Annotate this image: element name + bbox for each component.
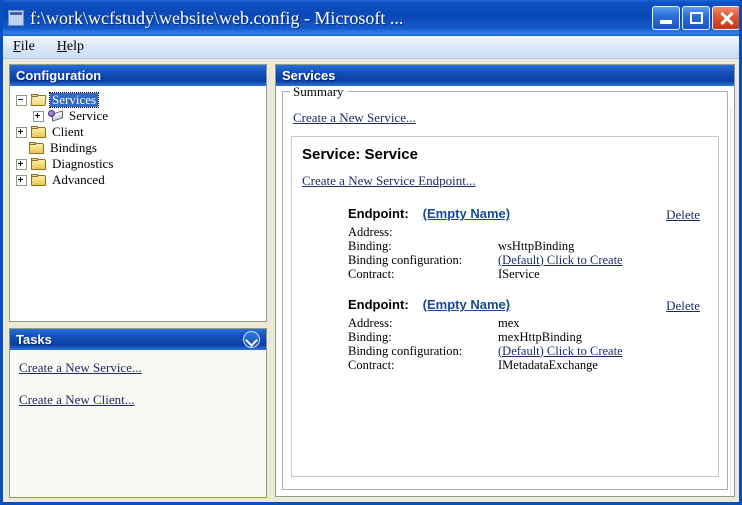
folder-open-icon xyxy=(31,93,47,107)
delete-endpoint-link[interactable]: Delete xyxy=(666,207,700,223)
endpoint-field-key: Binding: xyxy=(348,329,392,344)
endpoint-block: Endpoint: (Empty Name) Delete Address: mex Bi… xyxy=(302,297,708,372)
endpoint-label: Endpoint: xyxy=(348,297,409,312)
tree-item-label: Services xyxy=(48,92,100,108)
menu-bar: File Help xyxy=(3,36,739,59)
tree-item-advanced[interactable]: Advanced xyxy=(16,172,262,188)
endpoint-field-row: Address: xyxy=(348,225,708,239)
endpoint-field-value: IMetadataExchange xyxy=(498,357,598,372)
endpoint-field-row: Contract: IMetadataExchange xyxy=(348,358,708,372)
application-window: f:\work\wcfstudy\website\web.config - Mi… xyxy=(0,0,742,505)
binding-configuration-link[interactable]: (Default) Click to Create xyxy=(498,253,623,268)
task-link-2[interactable]: Create a New Client... xyxy=(19,392,135,408)
tasks-list: Create a New Service... Create a New Clie… xyxy=(10,350,266,497)
endpoint-field-key: Binding configuration: xyxy=(348,252,463,267)
services-panel-header: Services xyxy=(276,65,734,86)
expand-icon[interactable] xyxy=(16,174,27,186)
tree-item-services[interactable]: Services xyxy=(16,92,262,108)
expand-icon[interactable] xyxy=(33,110,44,122)
endpoint-field-value: mexHttpBinding xyxy=(498,329,583,344)
tree-item-client[interactable]: Client xyxy=(16,124,262,140)
service-details-box: Service: Service Create a New Service En… xyxy=(291,136,719,477)
binding-configuration-link[interactable]: (Default) Click to Create xyxy=(498,344,623,359)
endpoint-name-link[interactable]: (Empty Name) xyxy=(423,206,510,221)
tree-item-label: Diagnostics xyxy=(52,156,114,171)
tree-item-service[interactable]: Service xyxy=(16,108,262,124)
endpoint-field-row: Address: mex xyxy=(348,316,708,330)
endpoint-list: Endpoint: (Empty Name) Delete Address: Bindi… xyxy=(302,206,708,372)
task-link-1[interactable]: Create a New Service... xyxy=(19,360,142,376)
folder-icon xyxy=(31,173,47,187)
minimize-button[interactable] xyxy=(652,6,680,30)
endpoint-field-row: Contract: IService xyxy=(348,267,708,281)
endpoint-field-value: IService xyxy=(498,266,540,281)
tasks-panel: Tasks Create a New Service... Create a Ne… xyxy=(9,328,267,498)
maximize-button[interactable] xyxy=(682,6,710,30)
endpoint-header: Endpoint: (Empty Name) xyxy=(348,206,708,221)
tree-item-bindings[interactable]: Bindings xyxy=(16,140,262,156)
endpoint-field-key: Contract: xyxy=(348,357,395,372)
scroll-gutter[interactable] xyxy=(730,107,734,496)
folder-icon xyxy=(31,157,47,171)
endpoint-field-key: Binding: xyxy=(348,238,392,253)
collapse-icon[interactable] xyxy=(16,94,27,106)
endpoint-fields: Address: Binding: wsHttpBinding Binding con… xyxy=(348,225,708,281)
window-title: f:\work\wcfstudy\website\web.config - Mi… xyxy=(30,7,404,28)
endpoint-field-row: Binding: wsHttpBinding xyxy=(348,239,708,253)
create-new-service-link[interactable]: Create a New Service... xyxy=(293,110,416,126)
services-panel-title: Services xyxy=(282,68,336,83)
endpoint-field-value: wsHttpBinding xyxy=(498,238,575,253)
create-new-service-endpoint-link[interactable]: Create a New Service Endpoint... xyxy=(302,173,476,189)
endpoint-field-value: mex xyxy=(498,315,520,330)
folder-icon xyxy=(29,141,45,155)
summary-groupbox: Summary Create a New Service... Service:… xyxy=(282,86,728,490)
close-button[interactable] xyxy=(712,6,739,30)
title-bar: f:\work\wcfstudy\website\web.config - Mi… xyxy=(3,0,739,36)
endpoint-name-link[interactable]: (Empty Name) xyxy=(423,297,510,312)
endpoint-field-key: Address: xyxy=(348,315,393,330)
services-panel-body: Summary Create a New Service... Service:… xyxy=(276,86,734,496)
no-expander-icon xyxy=(16,144,25,153)
endpoint-field-key: Address: xyxy=(348,224,393,239)
configuration-tree[interactable]: Services Service Client Bindings Diagnostics… xyxy=(10,86,266,321)
menu-item-help[interactable]: Help xyxy=(57,39,84,55)
expand-icon[interactable] xyxy=(16,126,27,138)
menu-item-file[interactable]: File xyxy=(13,39,35,55)
endpoint-fields: Address: mex Binding: mexHttpBinding Binding… xyxy=(348,316,708,372)
chevron-down-icon[interactable] xyxy=(243,331,260,348)
endpoint-field-row: Binding configuration: (Default) Click to… xyxy=(348,344,708,358)
delete-endpoint-link[interactable]: Delete xyxy=(666,298,700,314)
tree-item-diagnostics[interactable]: Diagnostics xyxy=(16,156,262,172)
endpoint-label: Endpoint: xyxy=(348,206,409,221)
endpoint-field-key: Contract: xyxy=(348,266,395,281)
endpoint-header: Endpoint: (Empty Name) xyxy=(348,297,708,312)
app-icon xyxy=(8,10,24,26)
tasks-panel-header: Tasks xyxy=(10,329,266,350)
configuration-panel-header: Configuration xyxy=(10,65,266,86)
configuration-panel-title: Configuration xyxy=(16,68,102,83)
service-title: Service: Service xyxy=(302,146,418,163)
tree-item-label: Client xyxy=(52,124,84,139)
services-panel: Services Summary Create a New Service...… xyxy=(275,64,735,497)
tree-item-label: Bindings xyxy=(50,140,97,155)
endpoint-block: Endpoint: (Empty Name) Delete Address: Bindi… xyxy=(302,206,708,281)
summary-legend: Summary xyxy=(290,86,347,100)
endpoint-field-row: Binding: mexHttpBinding xyxy=(348,330,708,344)
service-icon xyxy=(48,109,64,123)
endpoint-field-row: Binding configuration: (Default) Click to… xyxy=(348,253,708,267)
folder-icon xyxy=(31,125,47,139)
endpoint-field-key: Binding configuration: xyxy=(348,343,463,358)
tree-item-label: Advanced xyxy=(52,172,105,187)
tree-item-label: Service xyxy=(69,108,108,123)
expand-icon[interactable] xyxy=(16,158,27,170)
tasks-panel-title: Tasks xyxy=(16,332,52,347)
window-controls xyxy=(652,6,739,30)
configuration-panel: Configuration Services Service Client Bindi… xyxy=(9,64,267,322)
